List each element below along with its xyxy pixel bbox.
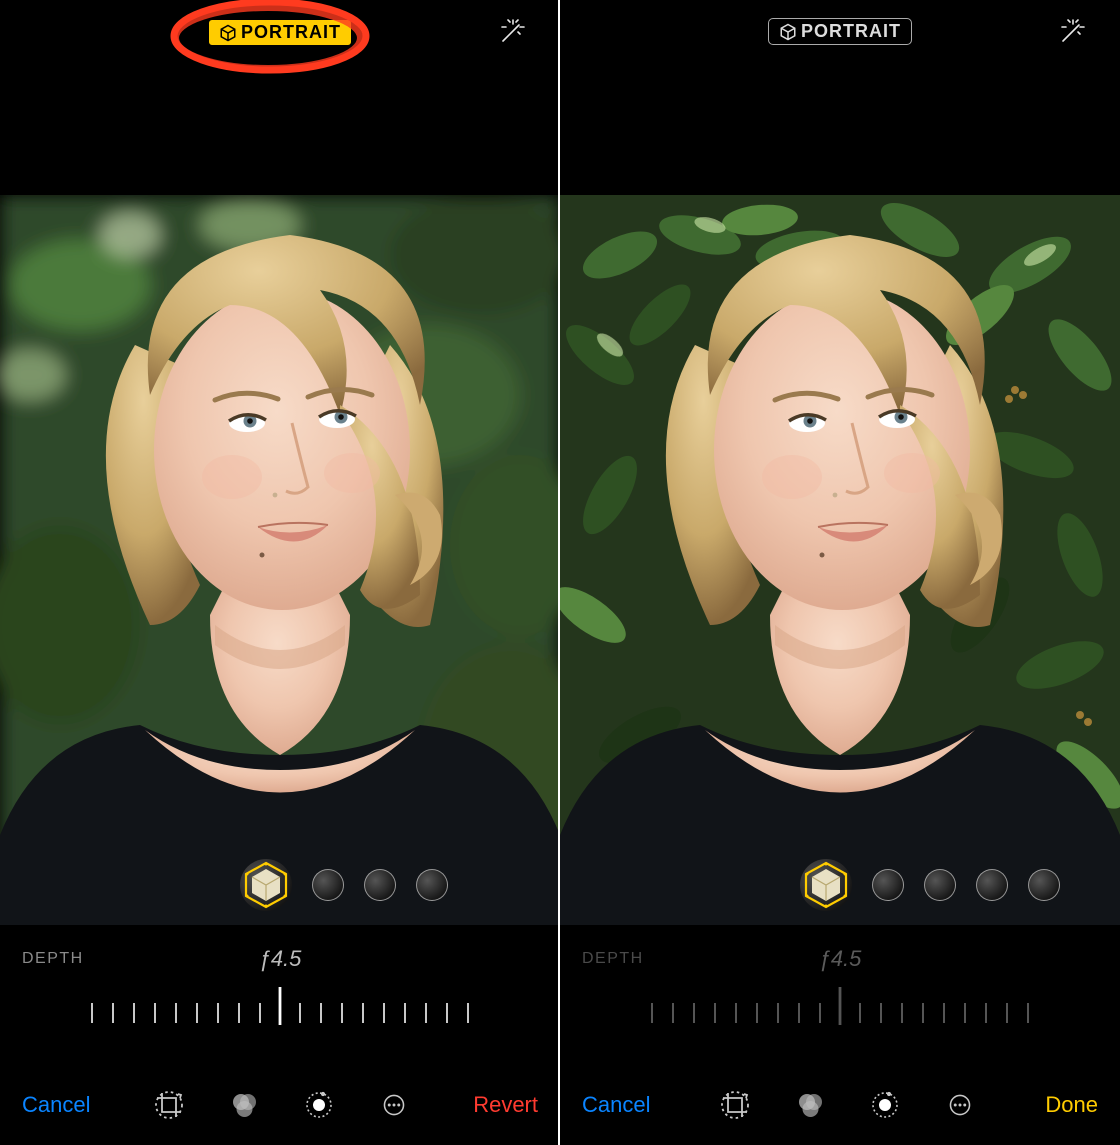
auto-enhance-button[interactable] — [496, 16, 528, 48]
more-tool-button[interactable] — [379, 1090, 409, 1120]
photo-preview[interactable] — [560, 195, 1120, 925]
lighting-option-natural[interactable] — [240, 859, 292, 911]
adjust-tool-button[interactable] — [304, 1090, 334, 1120]
depth-slider[interactable] — [0, 985, 560, 1030]
bottom-toolbar: Cancel Revert — [0, 1065, 560, 1145]
lighting-option-stage[interactable] — [976, 869, 1008, 901]
fstop-value: ƒ4.5 — [259, 946, 302, 972]
top-bar: PORTRAIT — [560, 0, 1120, 195]
bottom-toolbar: Cancel Done — [560, 1065, 1120, 1145]
depth-readout: DEPTH ƒ4.5 — [560, 940, 1120, 980]
auto-enhance-button[interactable] — [1056, 16, 1088, 48]
filters-tool-button[interactable] — [795, 1090, 825, 1120]
cancel-button[interactable]: Cancel — [22, 1092, 90, 1118]
crop-tool-button[interactable] — [720, 1090, 750, 1120]
depth-readout: DEPTH ƒ4.5 — [0, 940, 560, 980]
annotation-circle — [160, 0, 380, 89]
lighting-effect-strip[interactable] — [560, 855, 1120, 915]
lighting-option-contour[interactable] — [924, 869, 956, 901]
lighting-effect-strip[interactable] — [0, 855, 560, 915]
cube-icon — [240, 859, 292, 911]
more-tool-button[interactable] — [945, 1090, 975, 1120]
photo-content — [560, 195, 1120, 925]
lighting-option-stage[interactable] — [416, 869, 448, 901]
adjust-tool-button[interactable] — [870, 1090, 900, 1120]
left-panel: PORTRAIT — [0, 0, 560, 1145]
crop-tool-button[interactable] — [154, 1090, 184, 1120]
cancel-button[interactable]: Cancel — [582, 1092, 650, 1118]
right-panel: PORTRAIT — [560, 0, 1120, 1145]
lighting-option-studio[interactable] — [312, 869, 344, 901]
fstop-value: ƒ4.5 — [819, 946, 862, 972]
portrait-label: PORTRAIT — [801, 21, 901, 42]
lighting-option-contour[interactable] — [364, 869, 396, 901]
done-button[interactable]: Done — [1045, 1092, 1098, 1118]
photo-preview[interactable] — [0, 195, 560, 925]
lighting-option-stage-mono[interactable] — [1028, 869, 1060, 901]
revert-button[interactable]: Revert — [473, 1092, 538, 1118]
photo-content — [0, 195, 560, 925]
depth-slider[interactable] — [560, 985, 1120, 1030]
depth-label: DEPTH — [22, 950, 84, 968]
cube-icon — [779, 23, 797, 41]
portrait-mode-badge[interactable]: PORTRAIT — [768, 18, 912, 45]
cube-icon — [800, 859, 852, 911]
filters-tool-button[interactable] — [229, 1090, 259, 1120]
depth-label: DEPTH — [582, 950, 644, 968]
lighting-option-studio[interactable] — [872, 869, 904, 901]
lighting-option-natural[interactable] — [800, 859, 852, 911]
